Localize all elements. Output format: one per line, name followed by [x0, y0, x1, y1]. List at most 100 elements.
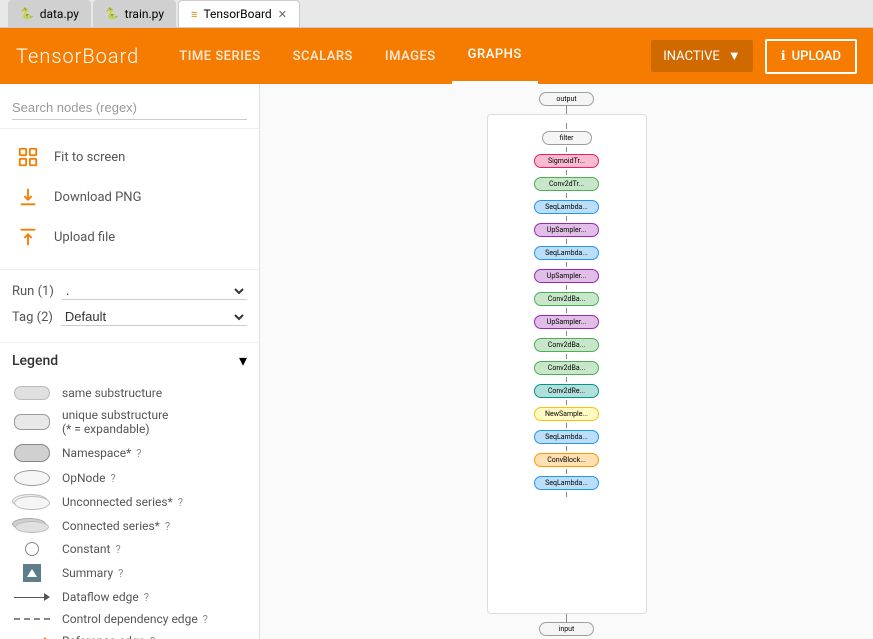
dataflow-help-icon[interactable]: ? — [144, 591, 149, 604]
summary-help-icon[interactable]: ? — [118, 567, 123, 580]
node-input[interactable]: input — [539, 622, 594, 636]
legend-item-namespace: Namespace* ? — [12, 444, 247, 462]
node-conv2dba3[interactable]: Conv2dBa... — [534, 361, 599, 375]
legend-item-same: same substructure — [12, 386, 247, 400]
legend-label-dataflow: Dataflow edge ? — [62, 590, 247, 604]
nav-scalars[interactable]: SCALARS — [277, 28, 369, 84]
tab-bar: 🐍 data.py 🐍 train.py ≡ TensorBoard ✕ — [0, 0, 873, 28]
nav-images[interactable]: IMAGES — [369, 28, 452, 84]
legend-shape-control — [12, 618, 52, 620]
legend-label-same: same substructure — [62, 386, 247, 400]
tag-row: Tag (2) Default — [12, 308, 247, 326]
tab-tensorboard[interactable]: ≡ TensorBoard ✕ — [178, 0, 300, 27]
constant-help-icon[interactable]: ? — [115, 543, 120, 556]
legend-label-reference: Reference edge ? — [62, 634, 247, 639]
nav-graphs[interactable]: GRAPHS — [452, 28, 538, 84]
legend-label-opnode: OpNode ? — [62, 471, 247, 485]
unconnected-help-icon[interactable]: ? — [178, 496, 183, 509]
tab-train-py[interactable]: 🐍 train.py — [93, 0, 176, 27]
node-convblock[interactable]: ConvBlock... — [534, 453, 599, 467]
legend-shape-constant — [12, 542, 52, 556]
tab-train-py-label: train.py — [125, 7, 164, 21]
legend-title: Legend — [12, 353, 58, 369]
dropdown-arrow-icon: ▼ — [728, 48, 741, 64]
node-conv2dre[interactable]: Conv2dRe... — [534, 384, 599, 398]
legend-label-connected: Connected series* ? — [62, 519, 247, 533]
download-png-button[interactable]: Download PNG — [0, 177, 259, 217]
node-upsampler3[interactable]: UpSampler... — [534, 315, 599, 329]
upload-file-label: Upload file — [54, 230, 115, 245]
fit-icon — [16, 145, 40, 169]
node-output[interactable]: output — [539, 92, 594, 106]
node-seqlambda1[interactable]: SeqLambda... — [534, 200, 599, 214]
run-row: Run (1) . — [12, 282, 247, 300]
node-upsampler2[interactable]: UpSampler... — [534, 269, 599, 283]
legend-item-summary: Summary ? — [12, 564, 247, 582]
legend-label-summary: Summary ? — [62, 566, 247, 580]
legend-shape-opnode — [12, 470, 52, 486]
tensorboard-icon: ≡ — [191, 8, 197, 21]
chevron-down-icon: ▾ — [239, 351, 247, 370]
upload-button[interactable]: ℹ UPLOAD — [765, 39, 857, 74]
python-icon-2: 🐍 — [105, 7, 119, 20]
brand-label: TensorBoard — [16, 44, 139, 68]
node-seqlambda3[interactable]: SeqLambda... — [534, 430, 599, 444]
divider-1 — [0, 269, 259, 270]
opnode-help-icon[interactable]: ? — [111, 472, 116, 485]
run-tag-section: Run (1) . Tag (2) Default — [0, 274, 259, 342]
fit-to-screen-button[interactable]: Fit to screen — [0, 137, 259, 177]
node-sigmoidtr[interactable]: SigmoidTr... — [534, 154, 599, 168]
legend-shape-unique — [12, 414, 52, 430]
legend-item-connected: Connected series* ? — [12, 518, 247, 534]
inactive-label: INACTIVE — [663, 49, 720, 64]
python-icon: 🐍 — [20, 7, 34, 20]
node-upsampler1[interactable]: UpSampler... — [534, 223, 599, 237]
node-seqlambda2[interactable]: SeqLambda... — [534, 246, 599, 260]
graph-container: filter SigmoidTr... Conv2dTr... SeqLambd… — [487, 114, 647, 614]
tab-data-py[interactable]: 🐍 data.py — [8, 0, 91, 27]
legend-shape-dataflow — [12, 593, 52, 601]
close-icon[interactable]: ✕ — [278, 8, 287, 21]
legend-item-dataflow: Dataflow edge ? — [12, 590, 247, 604]
legend-item-control: Control dependency edge ? — [12, 612, 247, 626]
legend-item-reference: Reference edge ? — [12, 634, 247, 639]
node-seqlambda4[interactable]: SeqLambda... — [534, 476, 599, 490]
legend-shape-unconnected — [12, 494, 52, 510]
run-select[interactable]: . — [62, 282, 247, 300]
tag-label: Tag (2) — [12, 310, 53, 325]
nav-time-series[interactable]: TIME SERIES — [163, 28, 276, 84]
namespace-help-icon[interactable]: ? — [136, 447, 141, 460]
legend-shape-connected — [12, 518, 52, 534]
node-conv2dtr[interactable]: Conv2dTr... — [534, 177, 599, 191]
control-help-icon[interactable]: ? — [203, 613, 208, 626]
search-container — [0, 84, 259, 129]
legend-shape-summary — [12, 564, 52, 582]
legend-label-unique: unique substructure(* = expandable) — [62, 408, 247, 436]
inactive-dropdown[interactable]: INACTIVE ▼ — [651, 40, 752, 72]
node-conv2dba1[interactable]: Conv2dBa... — [534, 292, 599, 306]
run-label: Run (1) — [12, 284, 54, 299]
legend-shape-namespace — [12, 444, 52, 462]
tab-data-py-label: data.py — [40, 7, 79, 21]
node-newsample[interactable]: NewSample... — [534, 407, 599, 421]
upload-label: UPLOAD — [792, 49, 841, 64]
info-icon: ℹ — [781, 49, 786, 64]
reference-help-icon[interactable]: ? — [150, 635, 155, 639]
upload-file-icon — [16, 225, 40, 249]
upload-file-button[interactable]: Upload file — [0, 217, 259, 257]
node-filter[interactable]: filter — [542, 131, 592, 145]
node-conv2dba2[interactable]: Conv2dBa... — [534, 338, 599, 352]
legend-item-unconnected: Unconnected series* ? — [12, 494, 247, 510]
legend-toggle[interactable]: Legend ▾ — [0, 342, 259, 378]
legend-label-constant: Constant ? — [62, 542, 247, 556]
legend-item-opnode: OpNode ? — [12, 470, 247, 486]
content-area: Fit to screen Download PNG Upload file — [0, 84, 873, 639]
legend-shape-same — [12, 386, 52, 400]
search-input[interactable] — [12, 96, 247, 120]
sidebar: Fit to screen Download PNG Upload file — [0, 84, 260, 639]
tag-select[interactable]: Default — [61, 308, 247, 326]
connected-help-icon[interactable]: ? — [165, 520, 170, 533]
legend-content: same substructure unique substructure(* … — [0, 378, 259, 639]
graph-area: output filter SigmoidTr... Conv2dTr... S… — [260, 84, 873, 639]
fit-to-screen-label: Fit to screen — [54, 150, 125, 165]
